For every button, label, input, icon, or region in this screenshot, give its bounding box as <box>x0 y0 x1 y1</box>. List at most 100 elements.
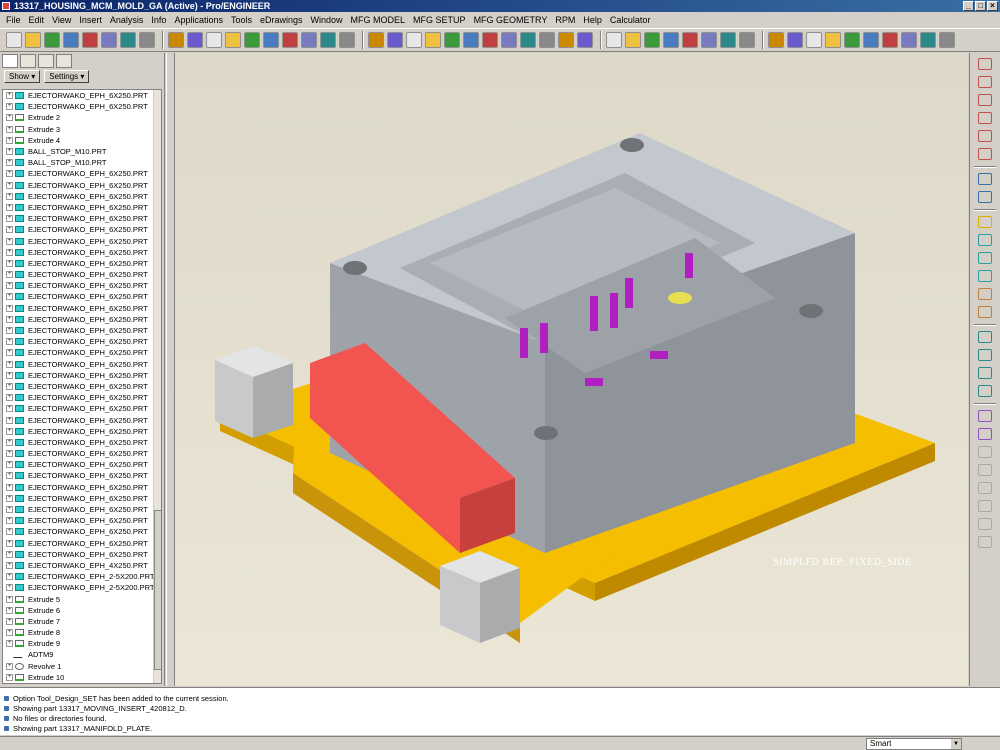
expand-icon[interactable]: + <box>6 450 13 458</box>
feature-tool-button[interactable] <box>978 234 992 246</box>
tree-item[interactable]: + EJECTORWAKO_EPH_6X250.PRT <box>3 448 153 459</box>
tree-item[interactable]: + Extrude 5 <box>3 593 153 604</box>
expand-icon[interactable]: + <box>6 528 13 536</box>
tree-item[interactable]: + EJECTORWAKO_EPH_6X250.PRT <box>3 291 153 302</box>
tree-item[interactable]: + EJECTORWAKO_EPH_6X250.PRT <box>3 482 153 493</box>
menu-item[interactable]: Help <box>579 15 606 25</box>
expand-icon[interactable]: + <box>6 483 13 491</box>
tree-item[interactable]: + EJECTORWAKO_EPH_6X250.PRT <box>3 526 153 537</box>
menu-item[interactable]: Calculator <box>606 15 655 25</box>
toolbar-button[interactable] <box>806 32 822 48</box>
expand-icon[interactable]: + <box>6 506 13 514</box>
tree-item[interactable]: + EJECTORWAKO_EPH_6X250.PRT <box>3 359 153 370</box>
tree-item[interactable]: + EJECTORWAKO_EPH_4X250.PRT <box>3 560 153 571</box>
expand-icon[interactable]: + <box>6 170 13 178</box>
expand-icon[interactable]: + <box>6 394 13 402</box>
expand-icon[interactable]: + <box>6 282 13 290</box>
maximize-button[interactable]: □ <box>975 1 986 11</box>
menu-item[interactable]: Insert <box>75 15 106 25</box>
feature-tool-button[interactable] <box>978 306 992 318</box>
tree-item[interactable]: + EJECTORWAKO_EPH_6X250.PRT <box>3 437 153 448</box>
feature-tool-button[interactable] <box>978 191 992 203</box>
tree-item[interactable]: + Extrude 2 <box>3 112 153 123</box>
tree-item[interactable]: + Extrude 4 <box>3 135 153 146</box>
expand-icon[interactable]: + <box>6 271 13 279</box>
tree-item[interactable]: + EJECTORWAKO_EPH_6X250.PRT <box>3 504 153 515</box>
expand-icon[interactable]: + <box>6 125 13 133</box>
expand-icon[interactable]: + <box>6 573 13 581</box>
expand-icon[interactable]: + <box>6 103 13 111</box>
expand-icon[interactable]: + <box>6 92 13 100</box>
model-tree-tab[interactable] <box>2 54 18 68</box>
expand-icon[interactable]: + <box>6 259 13 267</box>
toolbar-button[interactable] <box>444 32 460 48</box>
connections-tab[interactable] <box>56 54 72 68</box>
expand-icon[interactable]: + <box>6 304 13 312</box>
tree-item[interactable]: + EJECTORWAKO_EPH_6X250.PRT <box>3 235 153 246</box>
toolbar-button[interactable] <box>120 32 136 48</box>
tree-item[interactable]: + Extrude 8 <box>3 627 153 638</box>
expand-icon[interactable]: + <box>6 629 13 637</box>
toolbar-button[interactable] <box>187 32 203 48</box>
selection-filter-select[interactable]: Smart ▼ <box>866 738 962 750</box>
toolbar-button[interactable] <box>301 32 317 48</box>
feature-tool-button[interactable] <box>978 331 992 343</box>
tree-scrollbar[interactable] <box>153 90 161 683</box>
expand-icon[interactable]: + <box>6 472 13 480</box>
toolbar-button[interactable] <box>768 32 784 48</box>
expand-icon[interactable]: + <box>6 561 13 569</box>
close-button[interactable]: × <box>987 1 998 11</box>
toolbar-button[interactable] <box>501 32 517 48</box>
expand-icon[interactable]: + <box>6 181 13 189</box>
feature-tool-button[interactable] <box>978 173 992 185</box>
menu-item[interactable]: MFG MODEL <box>347 15 410 25</box>
tree-item[interactable]: + EJECTORWAKO_EPH_6X250.PRT <box>3 336 153 347</box>
toolbar-button[interactable] <box>225 32 241 48</box>
menu-item[interactable]: MFG GEOMETRY <box>470 15 552 25</box>
menu-item[interactable]: eDrawings <box>256 15 307 25</box>
tree-item[interactable]: ADTM9 <box>3 649 153 660</box>
toolbar-button[interactable] <box>82 32 98 48</box>
toolbar-button[interactable] <box>720 32 736 48</box>
feature-tool-button[interactable] <box>978 112 992 124</box>
tree-item[interactable]: + EJECTORWAKO_EPH_6X250.PRT <box>3 426 153 437</box>
minimize-button[interactable]: _ <box>963 1 974 11</box>
feature-tool-button[interactable] <box>978 410 992 422</box>
toolbar-button[interactable] <box>263 32 279 48</box>
feature-tool-button[interactable] <box>978 464 992 476</box>
tree-item[interactable]: + EJECTORWAKO_EPH_6X250.PRT <box>3 515 153 526</box>
expand-icon[interactable]: + <box>6 192 13 200</box>
tree-item[interactable]: + EJECTORWAKO_EPH_2-5X200.PRT <box>3 571 154 582</box>
tree-item[interactable]: + EJECTORWAKO_EPH_6X250.PRT <box>3 314 153 325</box>
expand-icon[interactable]: + <box>6 293 13 301</box>
toolbar-button[interactable] <box>463 32 479 48</box>
menu-item[interactable]: Applications <box>170 15 227 25</box>
toolbar-button[interactable] <box>425 32 441 48</box>
menu-item[interactable]: MFG SETUP <box>409 15 470 25</box>
favorites-tab[interactable] <box>38 54 54 68</box>
tree-item[interactable]: + BALL_STOP_M10.PRT <box>3 157 153 168</box>
toolbar-button[interactable] <box>558 32 574 48</box>
toolbar-button[interactable] <box>882 32 898 48</box>
menu-item[interactable]: Analysis <box>106 15 148 25</box>
feature-tool-button[interactable] <box>978 349 992 361</box>
tree-item[interactable]: + EJECTORWAKO_EPH_6X250.PRT <box>3 213 153 224</box>
feature-tool-button[interactable] <box>978 428 992 440</box>
feature-tool-button[interactable] <box>978 367 992 379</box>
expand-icon[interactable]: + <box>6 338 13 346</box>
tree-item[interactable]: + EJECTORWAKO_EPH_6X250.PRT <box>3 403 153 414</box>
toolbar-button[interactable] <box>701 32 717 48</box>
expand-icon[interactable]: + <box>6 136 13 144</box>
toolbar-button[interactable] <box>25 32 41 48</box>
panel-splitter[interactable] <box>166 53 175 686</box>
feature-tool-button[interactable] <box>978 482 992 494</box>
expand-icon[interactable]: + <box>6 237 13 245</box>
expand-icon[interactable]: + <box>6 438 13 446</box>
toolbar-button[interactable] <box>244 32 260 48</box>
toolbar-button[interactable] <box>920 32 936 48</box>
toolbar-button[interactable] <box>606 32 622 48</box>
tree-item[interactable]: + Revolve 1 <box>3 661 153 672</box>
feature-tool-button[interactable] <box>978 288 992 300</box>
expand-icon[interactable]: + <box>6 349 13 357</box>
tree-item[interactable]: + Extrude 3 <box>3 124 153 135</box>
